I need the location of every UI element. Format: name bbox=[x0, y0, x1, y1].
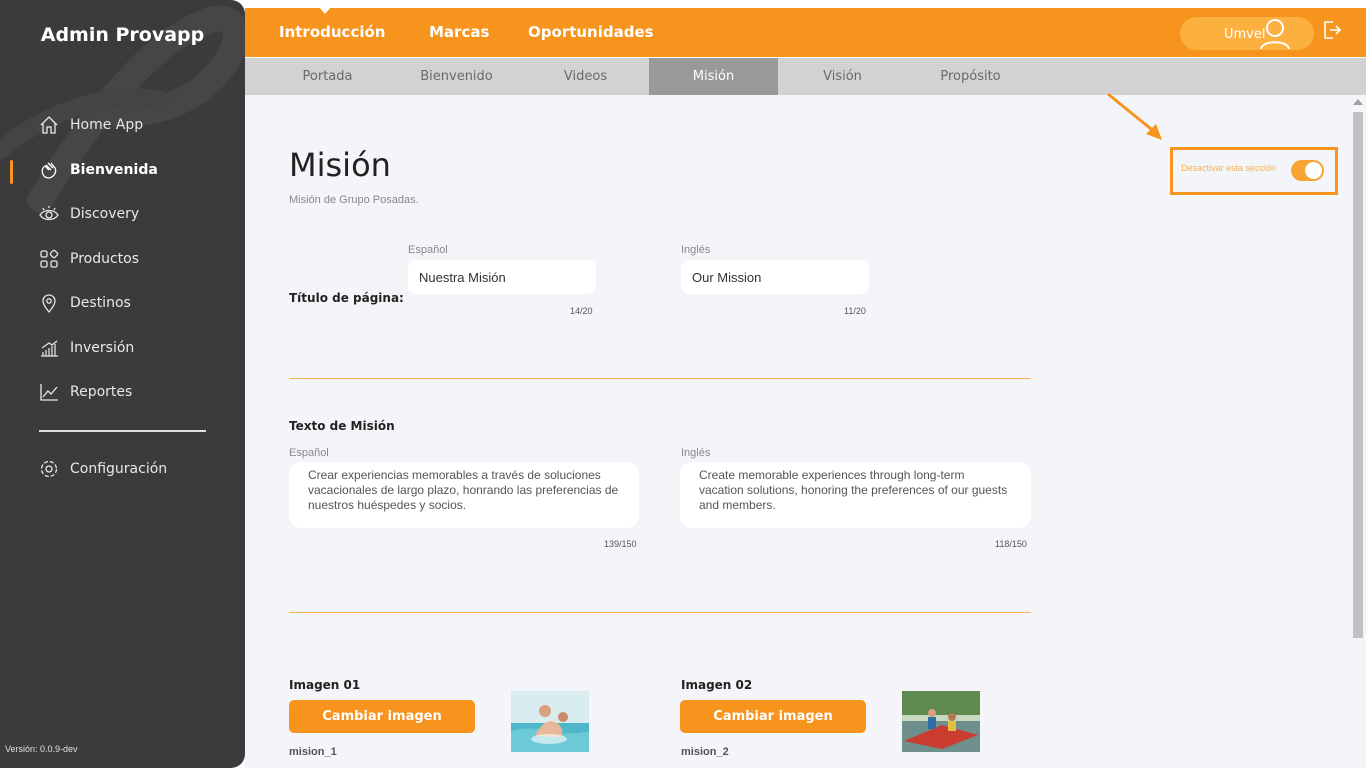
tab-oportunidades[interactable]: Oportunidades bbox=[528, 23, 654, 41]
page-title-field-label: Título de página: bbox=[289, 291, 404, 305]
page-title: Misión bbox=[289, 146, 391, 184]
sidebar-item-discovery[interactable]: Discovery bbox=[38, 201, 139, 227]
user-menu-button[interactable]: Umvel bbox=[1180, 17, 1314, 50]
tab-portada[interactable]: Portada bbox=[263, 58, 392, 95]
sidebar-item-label: Inversión bbox=[70, 340, 135, 356]
title-en-input[interactable] bbox=[681, 260, 869, 294]
toggle-knob bbox=[1305, 162, 1322, 179]
image-02-thumbnail bbox=[902, 691, 980, 752]
tab-introduccion[interactable]: Introducción bbox=[279, 23, 385, 41]
mission-es-textarea[interactable]: Crear experiencias memorables a través d… bbox=[289, 462, 639, 528]
bar-chart-icon bbox=[38, 337, 60, 359]
sidebar-divider bbox=[39, 430, 206, 432]
image-01-label: Imagen 01 bbox=[289, 678, 361, 692]
annotation-arrow-icon bbox=[1107, 92, 1162, 140]
mission-text-label: Texto de Misión bbox=[289, 419, 395, 433]
mission-en-textarea[interactable]: Create memorable experiences through lon… bbox=[680, 462, 1031, 528]
scroll-up-icon[interactable] bbox=[1353, 99, 1363, 105]
home-icon bbox=[38, 114, 60, 136]
toggle-label: Desactivar esta sección bbox=[1181, 163, 1277, 173]
sidebar-item-home-app[interactable]: Home App bbox=[38, 112, 143, 138]
sidebar-item-label: Destinos bbox=[70, 295, 131, 311]
sidebar-item-bienvenida[interactable]: Bienvenida bbox=[38, 157, 158, 183]
section-tabs: Portada Bienvenido Videos Misión Visión … bbox=[245, 58, 1366, 95]
mission-en-counter: 118/150 bbox=[995, 539, 1027, 549]
wave-hand-icon bbox=[38, 159, 60, 181]
sidebar-item-label: Discovery bbox=[70, 206, 140, 222]
section-divider bbox=[289, 378, 1031, 379]
image-01-thumbnail bbox=[511, 691, 589, 752]
lang-label-es: Español bbox=[289, 447, 329, 459]
image-01-filename: mision_1 bbox=[289, 746, 337, 758]
section-divider bbox=[289, 612, 1031, 613]
mission-es-counter: 139/150 bbox=[604, 539, 637, 549]
sidebar-item-label: Home App bbox=[70, 117, 144, 133]
change-image-02-button[interactable]: Cambiar imagen bbox=[680, 700, 866, 733]
tab-bienvenido[interactable]: Bienvenido bbox=[392, 58, 521, 95]
image-02-filename: mision_2 bbox=[681, 746, 729, 758]
grid-icon bbox=[38, 248, 60, 270]
section-toggle-box: Desactivar esta sección bbox=[1170, 147, 1338, 195]
title-en-counter: 11/20 bbox=[844, 306, 866, 316]
tab-videos[interactable]: Videos bbox=[521, 58, 650, 95]
sidebar: Admin Provapp Home App Bienvenida Discov… bbox=[0, 0, 245, 768]
top-navigation: Introducción Marcas Oportunidades Umvel bbox=[245, 7, 1366, 57]
title-es-input[interactable] bbox=[408, 260, 596, 294]
tab-marcas[interactable]: Marcas bbox=[429, 23, 489, 41]
app-version: Versión: 0.0.9-dev bbox=[5, 744, 78, 754]
user-avatar-icon bbox=[1258, 18, 1292, 54]
change-image-01-button[interactable]: Cambiar imagen bbox=[289, 700, 475, 733]
sidebar-item-reportes[interactable]: Reportes bbox=[38, 379, 132, 405]
logout-icon[interactable] bbox=[1322, 20, 1342, 45]
tab-vision[interactable]: Visión bbox=[778, 58, 907, 95]
gear-icon bbox=[38, 458, 60, 480]
sidebar-item-inversion[interactable]: Inversión bbox=[38, 335, 134, 361]
tab-mision[interactable]: Misión bbox=[649, 58, 778, 95]
active-indicator bbox=[10, 160, 13, 184]
lang-label-en: Inglés bbox=[681, 447, 711, 459]
page-subtitle: Misión de Grupo Posadas. bbox=[289, 194, 419, 206]
tab-proposito[interactable]: Propósito bbox=[906, 58, 1035, 95]
sidebar-item-label: Productos bbox=[70, 251, 140, 267]
location-pin-icon bbox=[38, 292, 60, 314]
line-chart-icon bbox=[38, 381, 60, 403]
lang-label-es: Español bbox=[408, 244, 448, 256]
sidebar-item-label: Bienvenida bbox=[70, 162, 158, 178]
eye-icon bbox=[38, 203, 60, 225]
scrollbar-thumb[interactable] bbox=[1353, 112, 1363, 638]
app-title: Admin Provapp bbox=[40, 24, 205, 46]
image-02-label: Imagen 02 bbox=[681, 678, 753, 692]
sidebar-item-destinos[interactable]: Destinos bbox=[38, 290, 131, 316]
deactivate-section-toggle[interactable] bbox=[1291, 160, 1324, 181]
sidebar-item-label: Reportes bbox=[70, 384, 133, 400]
lang-label-en: Inglés bbox=[681, 244, 711, 256]
title-es-counter: 14/20 bbox=[570, 306, 593, 316]
sidebar-item-configuracion[interactable]: Configuración bbox=[38, 456, 167, 482]
active-tab-notch bbox=[319, 7, 331, 14]
sidebar-item-productos[interactable]: Productos bbox=[38, 246, 139, 272]
sidebar-item-label: Configuración bbox=[70, 461, 168, 477]
